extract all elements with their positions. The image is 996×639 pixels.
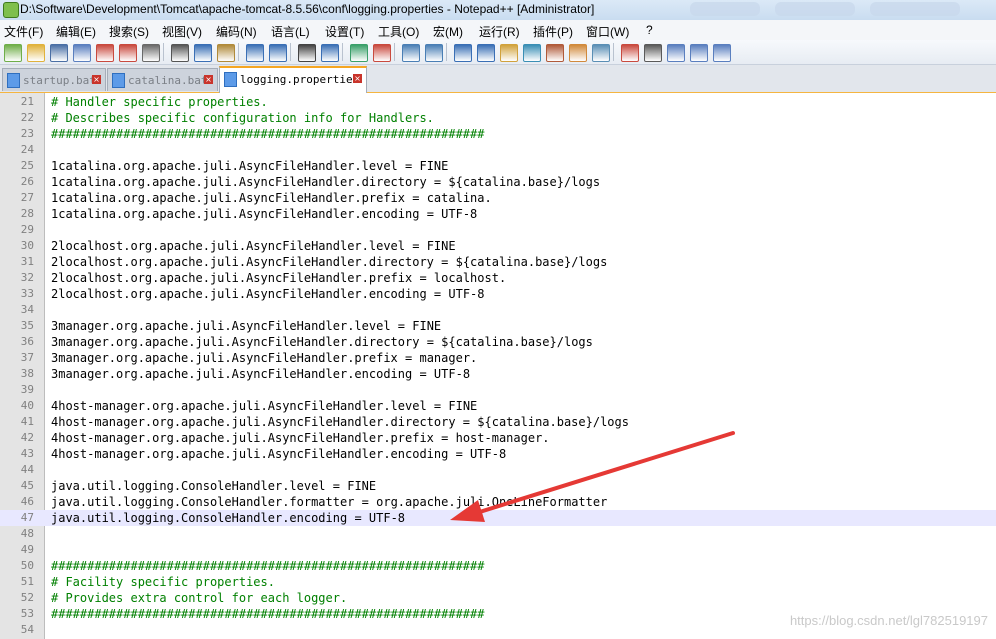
annotation-arrow [450,431,735,522]
watermark: https://blog.csdn.net/lgl782519197 [789,613,988,628]
